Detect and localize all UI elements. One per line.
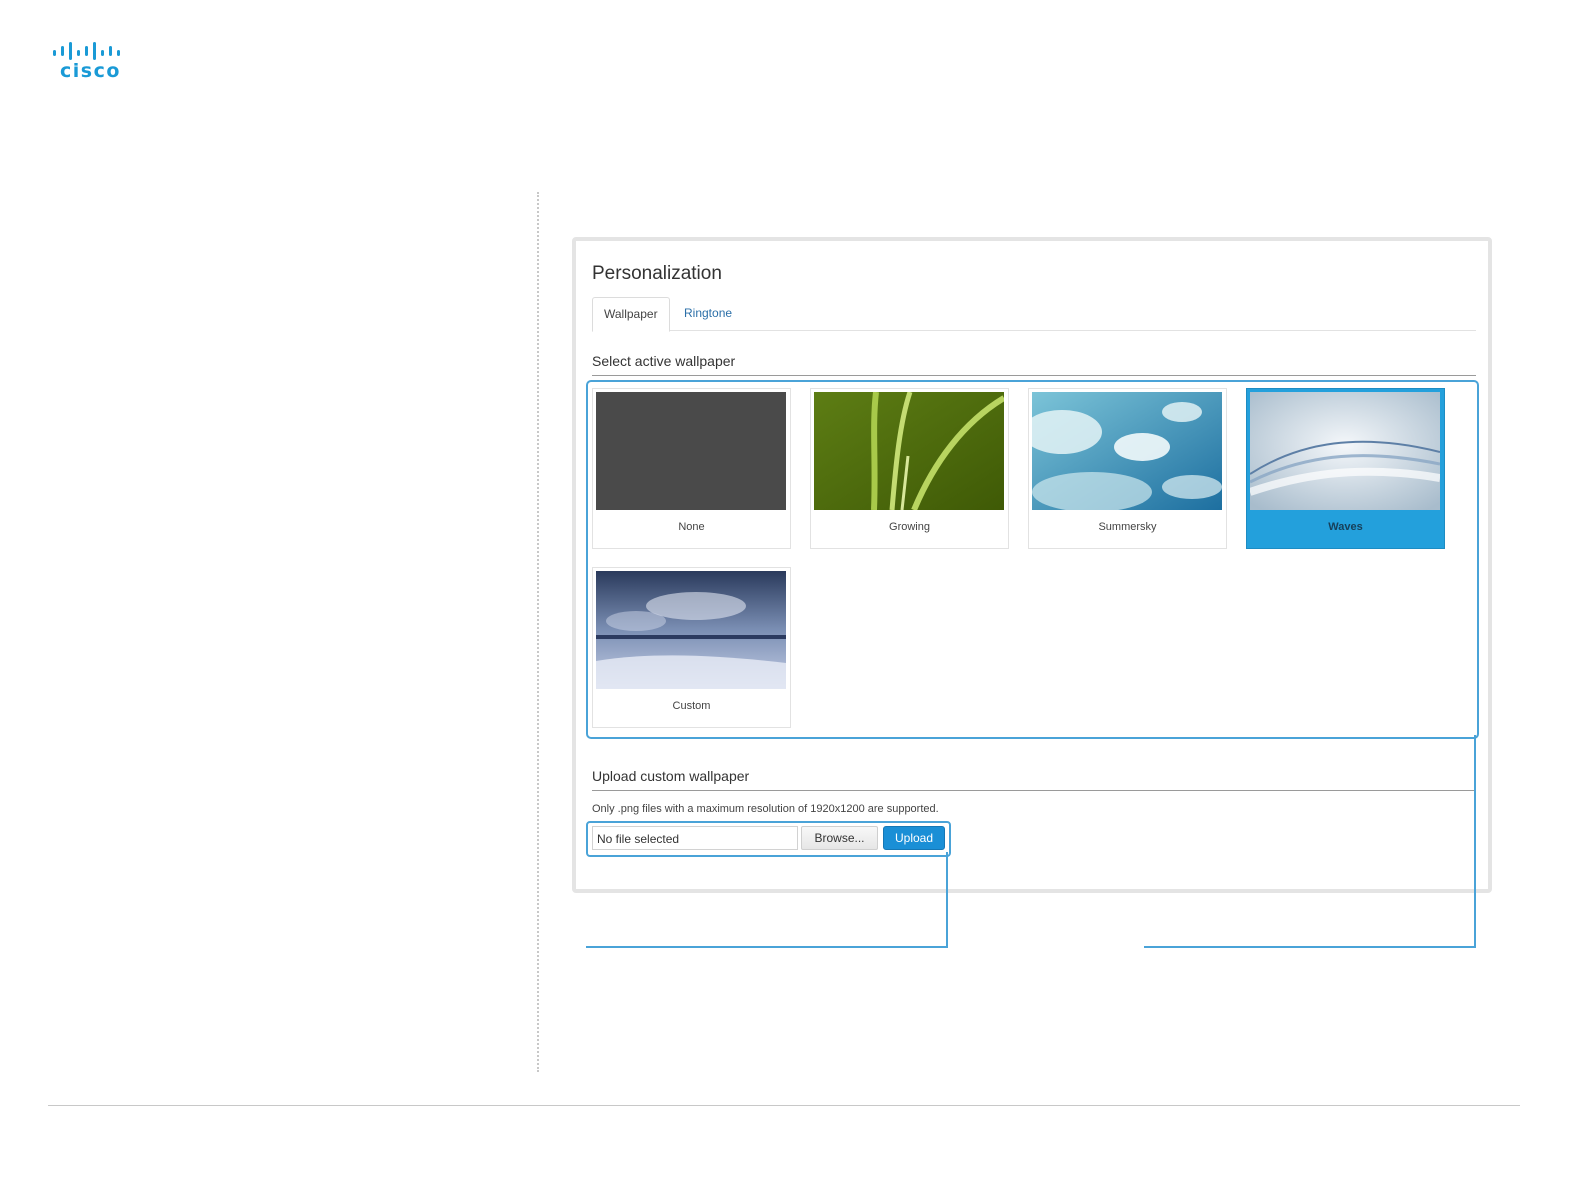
upload-hint: Only .png files with a maximum resolutio… [592, 803, 939, 815]
wallpaper-grid: None Growing Summersky Waves Custom [586, 380, 1479, 739]
browse-button[interactable]: Browse... [801, 826, 878, 850]
wallpaper-label: Growing [889, 521, 930, 533]
logo-wordmark: cisco [60, 60, 121, 82]
file-path-field[interactable]: No file selected [592, 826, 798, 850]
wallpaper-thumbnail-custom [596, 571, 786, 689]
upload-button[interactable]: Upload [883, 826, 945, 850]
cisco-logo: cisco [52, 40, 128, 84]
wallpaper-thumbnail-waves [1250, 392, 1440, 510]
wallpaper-thumbnail-none [596, 392, 786, 510]
section-rule [592, 375, 1476, 376]
wallpaper-thumbnail-summersky [1032, 392, 1222, 510]
wallpaper-label: Waves [1328, 521, 1363, 533]
wallpaper-label: Custom [672, 700, 711, 712]
upload-wallpaper-heading: Upload custom wallpaper [592, 768, 750, 784]
page-title: Personalization [592, 263, 722, 284]
callout-line-upload [586, 946, 948, 948]
tab-ringtone[interactable]: Ringtone [673, 297, 743, 329]
section-rule [592, 790, 1476, 791]
cisco-bars-icon [53, 42, 120, 60]
tab-bar: Wallpaper Ringtone [592, 297, 1476, 332]
wallpaper-option-custom[interactable]: Custom [592, 567, 791, 728]
callout-line-wallpaper [1474, 735, 1476, 947]
vertical-divider [537, 192, 539, 1072]
upload-controls: No file selected Browse... Upload [586, 821, 951, 857]
select-wallpaper-heading: Select active wallpaper [592, 353, 736, 369]
wallpaper-option-summersky[interactable]: Summersky [1028, 388, 1227, 549]
wallpaper-thumbnail-growing [814, 392, 1004, 510]
callout-line-upload [946, 852, 948, 947]
personalization-panel: Personalization Wallpaper Ringtone Selec… [572, 237, 1492, 893]
footer-divider [48, 1105, 1520, 1106]
tab-wallpaper[interactable]: Wallpaper [592, 297, 670, 332]
wallpaper-option-waves[interactable]: Waves [1246, 388, 1445, 549]
wallpaper-option-none[interactable]: None [592, 388, 791, 549]
callout-line-wallpaper [1144, 946, 1476, 948]
wallpaper-label: None [678, 521, 705, 533]
wallpaper-option-growing[interactable]: Growing [810, 388, 1009, 549]
wallpaper-label: Summersky [1098, 521, 1157, 533]
